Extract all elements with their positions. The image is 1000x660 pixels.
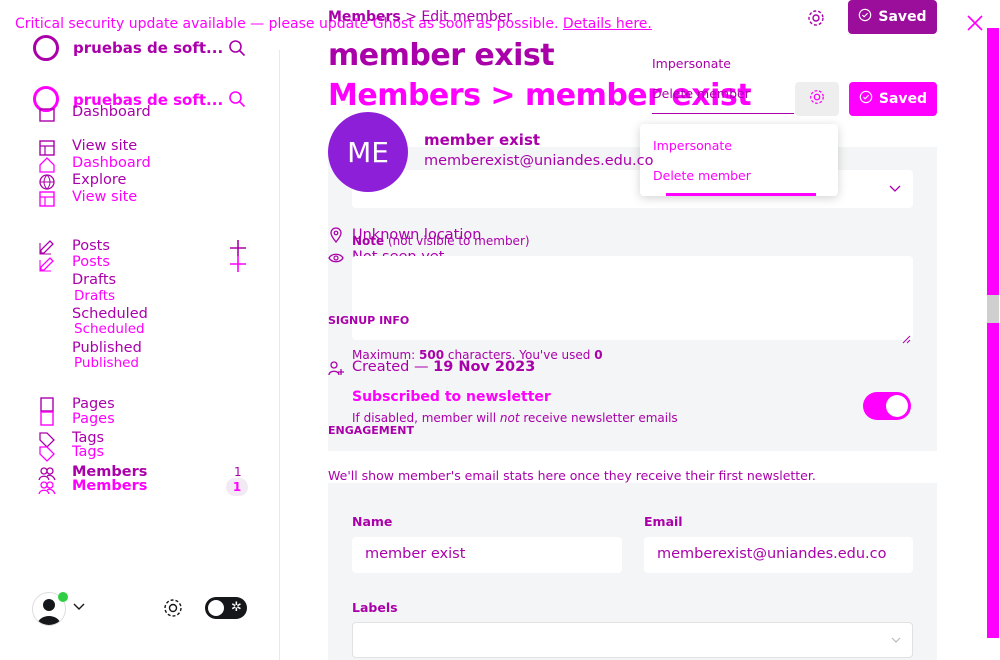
nav-dashboard[interactable]: Dashboard <box>72 104 151 120</box>
compass-icon <box>38 173 56 191</box>
labels-field[interactable] <box>352 622 913 658</box>
signup-info-heading: SIGNUP INFO <box>328 314 410 327</box>
plus-icon[interactable] <box>229 255 247 273</box>
nav-tags-overlay[interactable]: Tags <box>72 444 104 460</box>
nav-pages[interactable]: Pages <box>72 396 115 412</box>
email-label: Email <box>644 514 683 529</box>
newsletter-description: If disabled, member will not receive new… <box>352 411 678 425</box>
member-actions-button[interactable] <box>795 82 839 116</box>
close-icon[interactable] <box>966 14 984 32</box>
resize-handle-icon[interactable] <box>902 329 911 344</box>
nav-published-overlay[interactable]: Published <box>74 355 139 371</box>
engagement-info: We'll show member's email stats here onc… <box>328 468 816 483</box>
search-icon[interactable] <box>228 39 246 57</box>
home-icon <box>38 105 56 123</box>
gear-icon[interactable] <box>806 8 826 28</box>
external-link-icon <box>38 190 56 208</box>
members-icon <box>38 479 56 497</box>
engagement-heading: ENGAGEMENT <box>328 424 414 437</box>
nav-scheduled-overlay[interactable]: Scheduled <box>74 321 145 337</box>
name-value: member exist <box>365 546 466 562</box>
note-textarea[interactable] <box>352 256 913 340</box>
check-circle-icon <box>859 90 873 108</box>
pages-icon <box>38 397 56 427</box>
newsletter-desc-a: If disabled, member will <box>352 411 497 425</box>
site-name[interactable]: pruebas de soft... <box>73 39 223 57</box>
gear-icon[interactable] <box>162 597 184 619</box>
breadcrumb-members-link[interactable]: Members <box>328 9 401 25</box>
menu-impersonate[interactable]: Impersonate <box>652 56 731 71</box>
member-email: memberexist@uniandes.edu.co <box>424 153 654 169</box>
chevron-down-icon[interactable] <box>72 600 86 614</box>
external-link-icon <box>38 139 56 157</box>
page-title: member exist <box>328 38 555 73</box>
nav-explore[interactable]: Explore <box>72 172 126 188</box>
scrollbar-thumb[interactable] <box>987 295 999 323</box>
nav-dashboard-overlay[interactable]: Dashboard <box>72 155 151 171</box>
nav-published[interactable]: Published <box>72 340 142 356</box>
toggle-knob <box>886 395 908 417</box>
chevron-down-icon[interactable] <box>888 182 902 196</box>
member-actions-menu: Impersonate Delete member <box>640 124 838 196</box>
members-count: 1 <box>234 465 242 479</box>
name-label: Name <box>352 514 393 529</box>
nav-view-site[interactable]: View site <box>72 138 137 154</box>
menu-delete-member-overlay[interactable]: Delete member <box>653 168 751 183</box>
site-logo <box>33 35 59 61</box>
saved-button-overlay[interactable]: Saved <box>849 82 937 116</box>
menu-impersonate-overlay[interactable]: Impersonate <box>653 138 732 153</box>
menu-delete-member[interactable]: Delete member <box>652 86 750 101</box>
saved-button[interactable]: Saved <box>848 0 937 34</box>
menu-underline <box>652 113 794 114</box>
newsletter-title: Subscribed to newsletter <box>352 389 551 405</box>
note-label-text: Note <box>352 234 385 248</box>
search-icon[interactable] <box>228 90 246 108</box>
eye-icon <box>328 250 344 266</box>
pencil-icon <box>38 238 56 256</box>
sidebar-divider <box>279 50 280 660</box>
home-icon <box>38 156 56 174</box>
member-avatar: ME <box>328 112 408 192</box>
note-hint: (not visible to member) <box>388 234 530 248</box>
moon-toggle-icon[interactable]: ✲ <box>205 597 247 619</box>
newsletter-toggle[interactable] <box>863 392 911 420</box>
nav-posts-overlay[interactable]: Posts <box>72 254 110 270</box>
nav-scheduled[interactable]: Scheduled <box>72 306 148 322</box>
nav-drafts[interactable]: Drafts <box>72 272 116 288</box>
breadcrumb: Members > Edit member <box>328 9 512 25</box>
email-value: memberexist@uniandes.edu.co <box>657 546 887 562</box>
pencil-icon <box>38 255 56 273</box>
nav-view-site-overlay[interactable]: View site <box>72 189 137 205</box>
breadcrumb-current: Edit member <box>421 9 513 25</box>
labels-label: Labels <box>352 600 398 615</box>
saved-button-label: Saved <box>878 9 927 25</box>
members-count-badge: 1 <box>226 478 248 496</box>
breadcrumb-separator: > <box>405 9 417 25</box>
member-created: Created — 19 Nov 2023 <box>352 359 535 375</box>
member-name: member exist <box>424 131 541 149</box>
menu-highlight <box>666 193 816 196</box>
online-status-dot <box>58 592 68 602</box>
user-add-icon <box>328 360 344 376</box>
gear-icon <box>808 88 826 110</box>
nav-drafts-overlay[interactable]: Drafts <box>74 288 115 304</box>
location-icon <box>328 227 344 243</box>
nav-posts[interactable]: Posts <box>72 238 110 254</box>
newsletter-desc-b: receive newsletter emails <box>523 411 678 425</box>
banner-details-link[interactable]: Details here. <box>563 16 652 32</box>
nav-pages-overlay[interactable]: Pages <box>72 411 115 427</box>
nav-members-overlay[interactable]: Members <box>72 478 147 494</box>
scrollbar[interactable] <box>987 28 999 638</box>
check-circle-icon <box>858 8 872 26</box>
created-prefix: Created — <box>352 359 429 375</box>
newsletter-desc-em: not <box>499 411 520 425</box>
chevron-down-icon[interactable] <box>890 634 902 646</box>
note-label: Note (not visible to member) <box>352 234 530 248</box>
created-date: 19 Nov 2023 <box>433 359 536 375</box>
saved-button-label: Saved <box>878 91 928 107</box>
note-used-value: 0 <box>594 348 603 362</box>
tag-icon <box>38 445 56 463</box>
